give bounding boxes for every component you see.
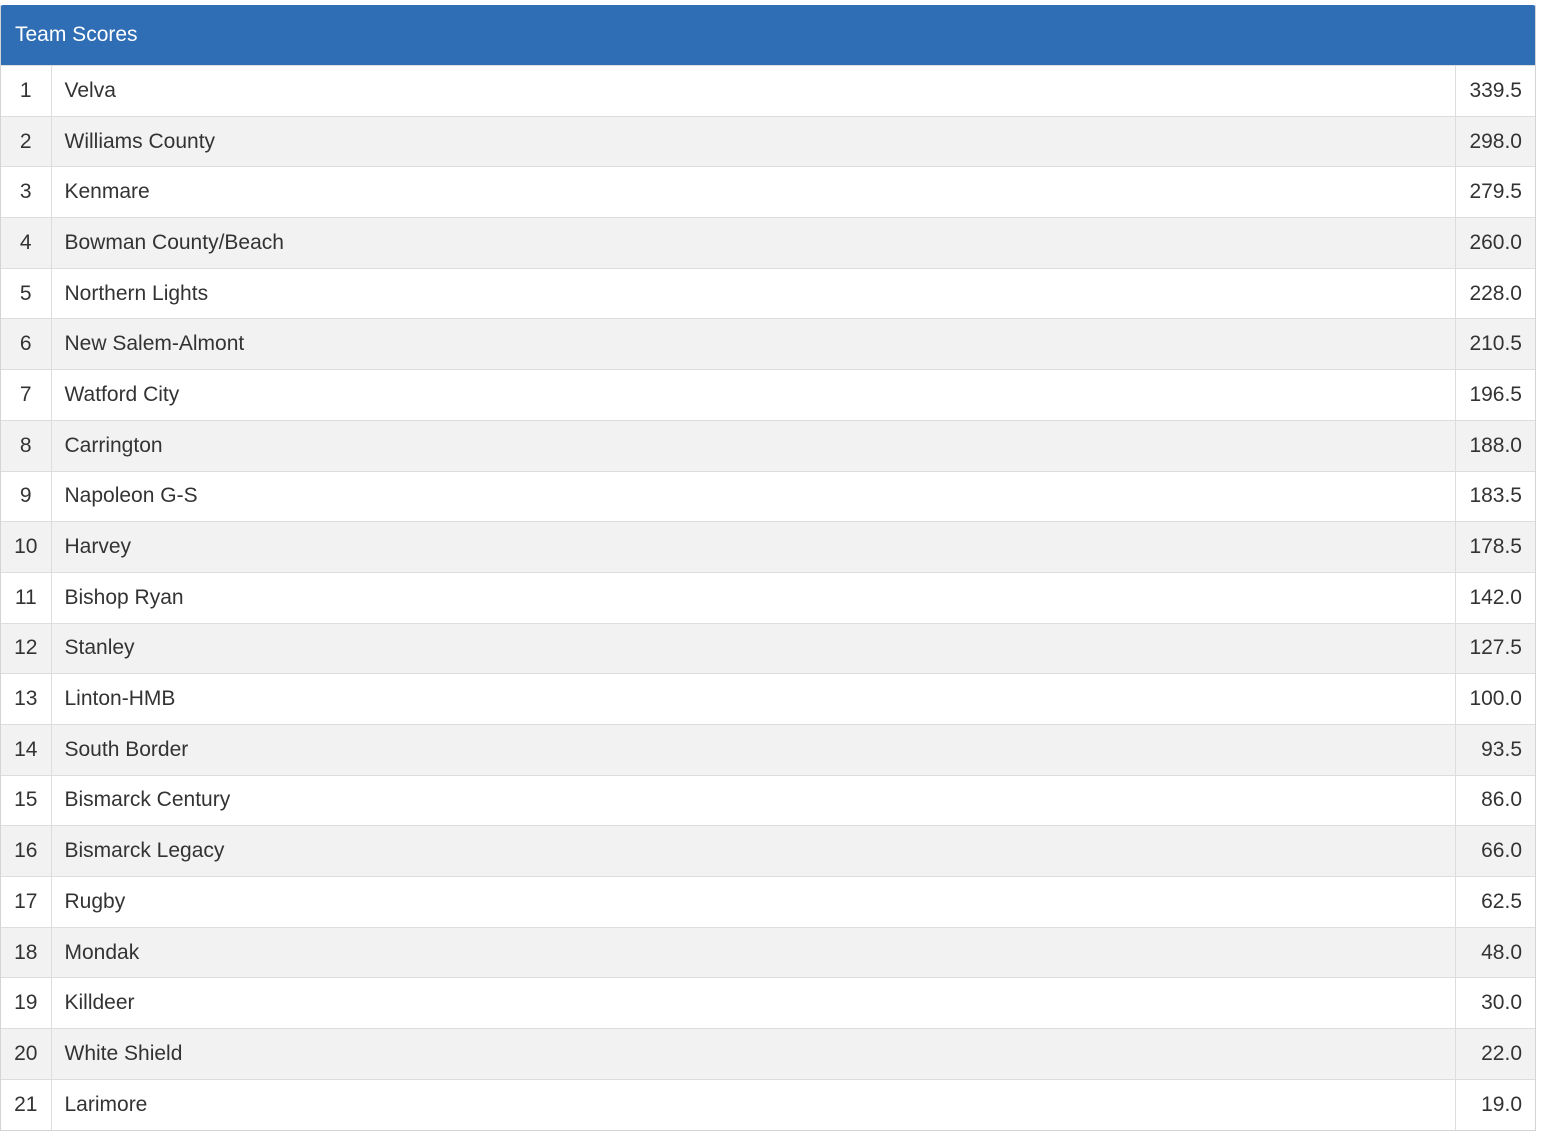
rank-cell: 8 xyxy=(1,419,52,471)
rank-cell: 9 xyxy=(1,470,52,522)
rank-cell: 20 xyxy=(1,1028,52,1080)
score-cell: 228.0 xyxy=(1454,267,1535,319)
score-cell: 188.0 xyxy=(1454,419,1535,471)
score-cell: 183.5 xyxy=(1454,470,1535,522)
team-scores-table: 1 Velva 339.5 2 Williams County 298.0 3 Kenmare… xyxy=(1,65,1535,1130)
rank-cell: 7 xyxy=(1,369,52,421)
table-row: 2 Williams County 298.0 xyxy=(1,115,1535,167)
rank-cell: 3 xyxy=(1,166,52,218)
team-name-cell: White Shield xyxy=(51,1028,1455,1080)
score-cell: 127.5 xyxy=(1454,622,1535,674)
score-cell: 210.5 xyxy=(1454,318,1535,370)
team-name-cell: Northern Lights xyxy=(51,267,1455,319)
table-row: 5 Northern Lights 228.0 xyxy=(1,267,1535,319)
table-row: 7 Watford City 196.5 xyxy=(1,369,1535,421)
table-row: 11 Bishop Ryan 142.0 xyxy=(1,571,1535,624)
rank-cell: 5 xyxy=(1,267,52,319)
team-scores-panel: Team Scores 1 Velva 339.5 2 Williams County 2… xyxy=(0,5,1536,1131)
score-cell: 279.5 xyxy=(1454,166,1535,218)
score-cell: 196.5 xyxy=(1454,369,1535,421)
rank-cell: 2 xyxy=(1,115,52,167)
team-name-cell: Larimore xyxy=(51,1078,1455,1130)
rank-cell: 16 xyxy=(1,825,52,877)
score-cell: 66.0 xyxy=(1454,825,1535,877)
table-row: 8 Carrington 188.0 xyxy=(1,419,1535,471)
rank-cell: 1 xyxy=(1,65,52,117)
table-row: 1 Velva 339.5 xyxy=(1,65,1535,117)
table-row: 18 Mondak 48.0 xyxy=(1,926,1535,978)
score-cell: 298.0 xyxy=(1454,115,1535,167)
score-cell: 62.5 xyxy=(1454,876,1535,928)
table-row: 4 Bowman County/Beach 260.0 xyxy=(1,217,1535,269)
score-cell: 48.0 xyxy=(1454,926,1535,978)
team-name-cell: Velva xyxy=(51,65,1455,117)
rank-cell: 15 xyxy=(1,774,52,826)
score-cell: 22.0 xyxy=(1454,1028,1535,1080)
table-row: 13 Linton-HMB 100.0 xyxy=(1,673,1535,725)
score-cell: 260.0 xyxy=(1454,217,1535,269)
score-cell: 86.0 xyxy=(1454,774,1535,826)
score-cell: 100.0 xyxy=(1454,673,1535,725)
team-name-cell: Bowman County/Beach xyxy=(51,217,1455,269)
table-row: 6 New Salem-Almont 210.5 xyxy=(1,318,1535,370)
rank-cell: 13 xyxy=(1,673,52,725)
team-name-cell: Rugby xyxy=(51,876,1455,928)
table-row: 21 Larimore 19.0 xyxy=(1,1078,1535,1130)
rank-cell: 11 xyxy=(1,571,52,624)
team-name-cell: Bishop Ryan xyxy=(51,571,1455,624)
table-row: 20 White Shield 22.0 xyxy=(1,1028,1535,1080)
table-row: 10 Harvey 178.5 xyxy=(1,521,1535,573)
table-row: 17 Rugby 62.5 xyxy=(1,876,1535,928)
team-name-cell: Napoleon G-S xyxy=(51,470,1455,522)
panel-title: Team Scores xyxy=(1,5,1535,65)
team-name-cell: Bismarck Legacy xyxy=(51,825,1455,877)
team-name-cell: South Border xyxy=(51,723,1455,776)
score-cell: 339.5 xyxy=(1454,65,1535,117)
team-name-cell: Killdeer xyxy=(51,977,1455,1029)
team-name-cell: Kenmare xyxy=(51,166,1455,218)
rank-cell: 10 xyxy=(1,521,52,573)
table-row: 12 Stanley 127.5 xyxy=(1,622,1535,674)
rank-cell: 21 xyxy=(1,1078,52,1130)
score-cell: 178.5 xyxy=(1454,521,1535,573)
table-row: 16 Bismarck Legacy 66.0 xyxy=(1,825,1535,877)
table-row: 3 Kenmare 279.5 xyxy=(1,166,1535,218)
rank-cell: 19 xyxy=(1,977,52,1029)
table-row: 19 Killdeer 30.0 xyxy=(1,977,1535,1029)
score-cell: 93.5 xyxy=(1454,723,1535,776)
team-name-cell: Carrington xyxy=(51,419,1455,471)
rank-cell: 4 xyxy=(1,217,52,269)
rank-cell: 18 xyxy=(1,926,52,978)
team-name-cell: New Salem-Almont xyxy=(51,318,1455,370)
team-name-cell: Mondak xyxy=(51,926,1455,978)
rank-cell: 17 xyxy=(1,876,52,928)
table-row: 15 Bismarck Century 86.0 xyxy=(1,774,1535,826)
team-name-cell: Williams County xyxy=(51,115,1455,167)
team-name-cell: Linton-HMB xyxy=(51,673,1455,725)
score-cell: 19.0 xyxy=(1454,1078,1535,1130)
team-name-cell: Bismarck Century xyxy=(51,774,1455,826)
table-body: 1 Velva 339.5 2 Williams County 298.0 3 Kenmare… xyxy=(1,65,1535,1130)
score-cell: 142.0 xyxy=(1454,571,1535,624)
team-name-cell: Watford City xyxy=(51,369,1455,421)
table-row: 9 Napoleon G-S 183.5 xyxy=(1,470,1535,522)
table-row: 14 South Border 93.5 xyxy=(1,723,1535,776)
rank-cell: 6 xyxy=(1,318,52,370)
team-name-cell: Harvey xyxy=(51,521,1455,573)
rank-cell: 14 xyxy=(1,723,52,776)
rank-cell: 12 xyxy=(1,622,52,674)
team-name-cell: Stanley xyxy=(51,622,1455,674)
score-cell: 30.0 xyxy=(1454,977,1535,1029)
